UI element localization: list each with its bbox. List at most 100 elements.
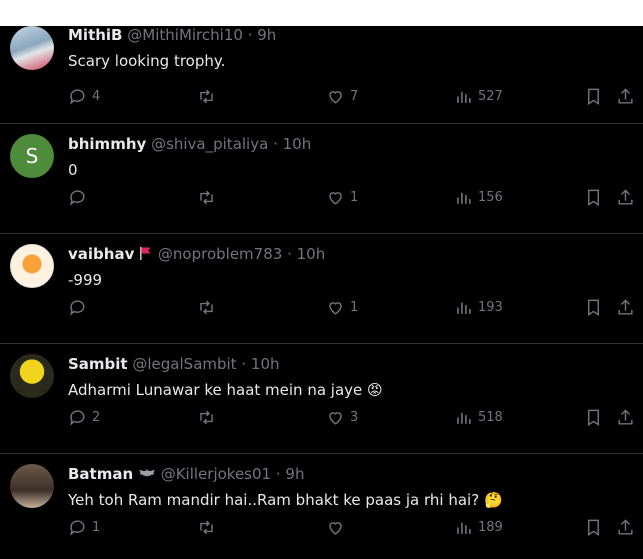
share-icon <box>618 518 633 535</box>
user-avatar[interactable]: S <box>10 134 54 178</box>
share-button[interactable] <box>616 516 635 538</box>
bookmark-icon <box>588 299 599 316</box>
views-icon <box>457 522 471 534</box>
retweet-button[interactable] <box>197 186 216 208</box>
bat-icon <box>138 469 155 477</box>
bookmark-button[interactable] <box>584 406 603 428</box>
bookmark-icon <box>588 88 599 105</box>
user-avatar[interactable] <box>10 244 54 288</box>
bookmark-button[interactable] <box>584 85 603 107</box>
like-count: 7 <box>350 88 359 104</box>
tweet-item[interactable]: Sambit @legalSambit · 10h Adharmi Lunawa… <box>0 344 643 454</box>
share-button[interactable] <box>616 296 635 318</box>
views-button[interactable]: 193 <box>454 296 503 318</box>
bookmark-button[interactable] <box>584 186 603 208</box>
view-count: 189 <box>478 519 503 535</box>
user-handle[interactable]: @Killerjokes01 <box>161 465 271 483</box>
like-button[interactable]: 1 <box>326 296 358 318</box>
red-flag-icon <box>140 247 151 260</box>
reply-button[interactable] <box>68 296 87 318</box>
tweet-item[interactable]: vaibhav @noproblem783 · 10h -999 1 193 <box>0 234 643 344</box>
user-handle[interactable]: @legalSambit <box>132 355 236 373</box>
retweet-button[interactable] <box>197 296 216 318</box>
display-name[interactable]: Sambit <box>68 355 128 373</box>
view-count: 193 <box>478 299 503 315</box>
tweet-time[interactable]: · 9h <box>276 465 305 483</box>
tweet-time[interactable]: · 10h <box>241 355 279 373</box>
view-count: 527 <box>478 88 503 104</box>
retweet-icon <box>200 520 213 534</box>
bookmark-button[interactable] <box>584 516 603 538</box>
tweet-actions: 1 193 <box>68 296 643 318</box>
tweet-item[interactable]: Batman @Killerjokes01 · 9h Yeh toh Ram m… <box>0 454 643 559</box>
tweet-body: Yeh toh Ram mandir hai..Ram bhakt ke paa… <box>68 490 503 510</box>
bookmark-icon <box>588 519 599 536</box>
tweet-header: MithiB @MithiMirchi10 · 9h <box>68 26 276 45</box>
tweet-actions: 1 189 <box>68 516 643 538</box>
reply-feed: MithiB @MithiMirchi10 · 9h Scary looking… <box>0 26 643 559</box>
reply-icon <box>69 299 85 316</box>
reply-button[interactable]: 1 <box>68 516 100 538</box>
reply-button[interactable] <box>68 186 87 208</box>
display-name[interactable]: MithiB <box>68 26 123 44</box>
reply-icon <box>69 519 85 536</box>
reply-count: 1 <box>92 519 101 535</box>
like-button[interactable]: 3 <box>326 406 358 428</box>
user-avatar[interactable] <box>10 26 54 70</box>
retweet-button[interactable] <box>197 406 216 428</box>
tweet-time[interactable]: · 10h <box>287 245 325 263</box>
retweet-icon <box>200 410 213 424</box>
tweet-item[interactable]: MithiB @MithiMirchi10 · 9h Scary looking… <box>0 14 643 124</box>
tweet-header: vaibhav @noproblem783 · 10h <box>68 245 325 264</box>
like-count: 1 <box>350 299 359 315</box>
display-name[interactable]: vaibhav <box>68 245 134 263</box>
user-handle[interactable]: @noproblem783 <box>158 245 282 263</box>
user-handle[interactable]: @shiva_pitaliya <box>151 135 268 153</box>
reply-icon <box>69 189 85 206</box>
heart-icon <box>329 411 342 425</box>
views-icon <box>457 302 471 314</box>
user-avatar[interactable] <box>10 464 54 508</box>
tweet-time[interactable]: · 10h <box>273 135 311 153</box>
views-button[interactable]: 518 <box>454 406 503 428</box>
share-button[interactable] <box>616 85 635 107</box>
share-icon <box>618 298 633 315</box>
like-button[interactable]: 7 <box>326 85 358 107</box>
tweet-actions: 1 156 <box>68 186 643 208</box>
retweet-button[interactable] <box>197 516 216 538</box>
user-avatar[interactable] <box>10 354 54 398</box>
views-button[interactable]: 156 <box>454 186 503 208</box>
view-count: 518 <box>478 409 503 425</box>
tweet-text: Yeh toh Ram mandir hai..Ram bhakt ke paa… <box>68 491 480 509</box>
tweet-header: Sambit @legalSambit · 10h <box>68 355 280 374</box>
reply-button[interactable]: 2 <box>68 406 100 428</box>
retweet-button[interactable] <box>197 85 216 107</box>
views-button[interactable]: 527 <box>454 85 503 107</box>
like-button[interactable]: 1 <box>326 186 358 208</box>
user-handle[interactable]: @MithiMirchi10 <box>127 26 243 44</box>
like-count: 3 <box>350 409 359 425</box>
reply-icon <box>69 88 85 105</box>
display-name[interactable]: Batman <box>68 465 133 483</box>
views-button[interactable]: 189 <box>454 516 503 538</box>
heart-icon <box>329 191 342 205</box>
tweet-item[interactable]: S bhimmhy @shiva_pitaliya · 10h 0 1 156 <box>0 124 643 234</box>
tweet-time[interactable]: · 9h <box>248 26 277 44</box>
bookmark-button[interactable] <box>584 296 603 318</box>
reply-button[interactable]: 4 <box>68 85 100 107</box>
angry-face-emoji: 😡 <box>367 381 383 399</box>
like-button[interactable] <box>326 516 345 538</box>
reply-count: 2 <box>92 409 101 425</box>
retweet-icon <box>200 300 213 314</box>
display-name[interactable]: bhimmhy <box>68 135 146 153</box>
share-button[interactable] <box>616 186 635 208</box>
bookmark-icon <box>588 409 599 426</box>
views-icon <box>457 412 471 424</box>
heart-icon <box>329 301 342 315</box>
tweet-text: 0 <box>68 161 78 179</box>
avatar-letter: S <box>25 144 39 168</box>
heart-icon <box>329 90 342 104</box>
share-button[interactable] <box>616 406 635 428</box>
tweet-header: bhimmhy @shiva_pitaliya · 10h <box>68 135 311 154</box>
tweet-actions: 4 7 527 <box>68 85 643 107</box>
